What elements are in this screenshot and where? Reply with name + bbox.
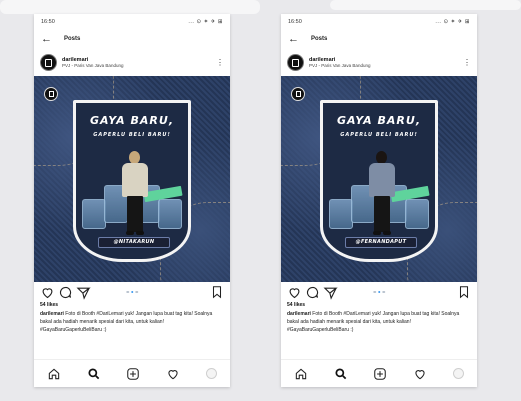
carousel-indicator <box>373 290 385 294</box>
profile-icon[interactable] <box>453 368 465 379</box>
more-options-icon[interactable]: ⋮ <box>463 58 471 67</box>
search-icon[interactable] <box>87 367 101 381</box>
post-username[interactable]: darilemari <box>309 57 458 64</box>
carousel-indicator <box>126 290 138 294</box>
more-options-icon[interactable]: ⋮ <box>216 58 224 67</box>
search-icon[interactable] <box>334 367 348 381</box>
home-icon[interactable] <box>47 367 61 381</box>
comment-icon[interactable] <box>305 285 320 300</box>
brand-logo-icon <box>44 87 58 101</box>
add-post-icon[interactable] <box>373 367 387 381</box>
arrow-left-icon[interactable]: ← <box>41 33 52 45</box>
jar-graphic <box>82 199 106 229</box>
carousel-dot <box>126 290 129 294</box>
status-time: 16:50 <box>41 18 55 25</box>
avatar[interactable] <box>287 54 304 71</box>
top-bar: ← Posts <box>281 29 477 49</box>
comment-icon[interactable] <box>58 285 73 300</box>
image-headline: GAYA BARU, <box>89 114 174 127</box>
page-title: Posts <box>311 36 328 42</box>
heart-icon[interactable] <box>40 285 55 300</box>
likes-count[interactable]: 54 likes <box>281 302 477 310</box>
phone-screen-right: 16:50 ... ⊙ ✶ ✈ ⊞ ← Posts darilemari PVJ… <box>281 14 477 387</box>
bottom-nav <box>34 359 230 387</box>
post-image[interactable]: GAYA BARU, GAPERLU BELI BARU! @NITAKARUN <box>34 76 230 282</box>
image-headline: GAYA BARU, <box>336 114 421 127</box>
carousel-dot <box>373 290 376 294</box>
carousel-dot <box>382 290 385 294</box>
caption-username[interactable]: darilemari <box>40 311 64 317</box>
caption-text: Foto di Booth #DariLemari yuk! Jangan lu… <box>40 311 213 333</box>
phone-screen-left: 16:50 ... ⊙ ✶ ✈ ⊞ ← Posts darilemari PVJ… <box>34 14 230 387</box>
post-location[interactable]: PVJ - Paris Van Java Bandung <box>62 63 211 68</box>
pocket-frame: GAYA BARU, GAPERLU BELI BARU! @FERNANDAP… <box>320 100 438 262</box>
pocket-frame: GAYA BARU, GAPERLU BELI BARU! @NITAKARUN <box>73 100 191 262</box>
profile-icon[interactable] <box>206 368 218 379</box>
background-panel-right <box>330 0 521 10</box>
post-header: darilemari PVJ - Paris Van Java Bandung … <box>34 49 230 76</box>
image-subline: GAPERLU BELI BARU! <box>340 132 418 138</box>
arrow-left-icon[interactable]: ← <box>288 33 299 45</box>
image-subline: GAPERLU BELI BARU! <box>93 132 171 138</box>
status-time: 16:50 <box>288 18 302 25</box>
jar-graphic <box>405 199 429 229</box>
carousel-dot <box>135 290 138 294</box>
jar-graphic <box>158 199 182 229</box>
heart-icon[interactable] <box>166 367 180 381</box>
heart-icon[interactable] <box>287 285 302 300</box>
caption-text: Foto di Booth #DariLemari yuk! Jangan lu… <box>287 311 460 333</box>
name-tag: @FERNANDAPUT <box>345 237 417 248</box>
avatar[interactable] <box>40 54 57 71</box>
status-icons: ... ⊙ ✶ ✈ ⊞ <box>435 18 470 25</box>
bookmark-icon[interactable] <box>457 285 471 299</box>
heart-icon[interactable] <box>413 367 427 381</box>
post-caption: darilemari Foto di Booth #DariLemari yuk… <box>281 310 477 343</box>
post-username[interactable]: darilemari <box>62 57 211 64</box>
post-header: darilemari PVJ - Paris Van Java Bandung … <box>281 49 477 76</box>
person-figure <box>119 151 151 236</box>
post-location[interactable]: PVJ - Paris Van Java Bandung <box>309 63 458 68</box>
background-panel-left <box>0 0 260 14</box>
post-image[interactable]: GAYA BARU, GAPERLU BELI BARU! @FERNANDAP… <box>281 76 477 282</box>
bottom-nav <box>281 359 477 387</box>
person-figure <box>366 151 398 236</box>
post-caption: darilemari Foto di Booth #DariLemari yuk… <box>34 310 230 343</box>
add-post-icon[interactable] <box>126 367 140 381</box>
brand-logo-icon <box>291 87 305 101</box>
share-icon[interactable] <box>323 285 338 300</box>
bookmark-icon[interactable] <box>210 285 224 299</box>
status-icons: ... ⊙ ✶ ✈ ⊞ <box>188 18 223 25</box>
name-tag: @NITAKARUN <box>98 237 170 248</box>
status-bar: 16:50 ... ⊙ ✶ ✈ ⊞ <box>281 14 477 29</box>
home-icon[interactable] <box>294 367 308 381</box>
share-icon[interactable] <box>76 285 91 300</box>
likes-count[interactable]: 54 likes <box>34 302 230 310</box>
post-actions <box>34 282 230 302</box>
page-title: Posts <box>64 36 81 42</box>
post-actions <box>281 282 477 302</box>
jar-graphic <box>329 199 353 229</box>
carousel-dot-active <box>377 290 381 294</box>
status-bar: 16:50 ... ⊙ ✶ ✈ ⊞ <box>34 14 230 29</box>
top-bar: ← Posts <box>34 29 230 49</box>
carousel-dot-active <box>130 290 134 294</box>
caption-username[interactable]: darilemari <box>287 311 311 317</box>
